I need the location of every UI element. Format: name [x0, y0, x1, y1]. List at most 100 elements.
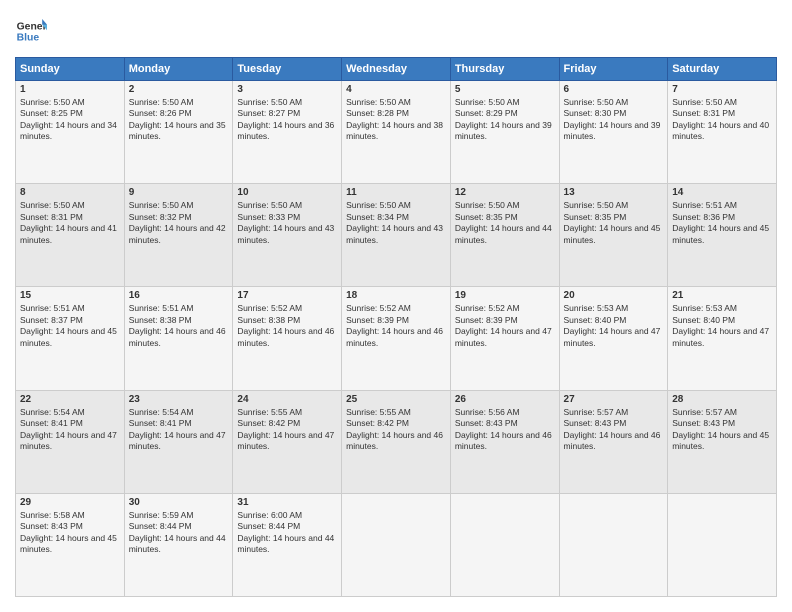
calendar-cell: 30Sunrise: 5:59 AMSunset: 8:44 PMDayligh… [124, 493, 233, 596]
cell-content: Sunrise: 5:55 AMSunset: 8:42 PMDaylight:… [237, 407, 334, 451]
day-number: 27 [564, 394, 664, 405]
cell-content: Sunrise: 5:52 AMSunset: 8:39 PMDaylight:… [346, 303, 443, 347]
calendar-cell: 4 Sunrise: 5:50 AMSunset: 8:28 PMDaylight… [342, 81, 451, 184]
calendar-cell: 15 Sunrise: 5:51 AMSunset: 8:37 PMDayligh… [16, 287, 125, 390]
calendar-cell: 12Sunrise: 5:50 AMSunset: 8:35 PMDayligh… [450, 184, 559, 287]
day-number: 18 [346, 290, 446, 301]
cell-content: Sunrise: 5:51 AMSunset: 8:36 PMDaylight:… [672, 200, 769, 244]
calendar-cell: 7 Sunrise: 5:50 AMSunset: 8:31 PMDaylight… [668, 81, 777, 184]
day-number: 2 [129, 84, 229, 95]
cell-content: Sunrise: 5:50 AMSunset: 8:30 PMDaylight:… [564, 97, 661, 141]
header: General Blue [15, 15, 777, 47]
svg-text:Blue: Blue [17, 33, 40, 44]
cell-content: Sunrise: 5:50 AMSunset: 8:25 PMDaylight:… [20, 97, 117, 141]
calendar-cell: 29 Sunrise: 5:58 AMSunset: 8:43 PMDayligh… [16, 493, 125, 596]
day-header-friday: Friday [559, 58, 668, 81]
day-number: 7 [672, 84, 772, 95]
day-number: 1 [20, 84, 120, 95]
cell-content: Sunrise: 5:50 AMSunset: 8:34 PMDaylight:… [346, 200, 443, 244]
day-header-wednesday: Wednesday [342, 58, 451, 81]
day-number: 14 [672, 187, 772, 198]
day-number: 19 [455, 290, 555, 301]
cell-content: Sunrise: 5:51 AMSunset: 8:37 PMDaylight:… [20, 303, 117, 347]
day-number: 5 [455, 84, 555, 95]
cell-content: Sunrise: 5:54 AMSunset: 8:41 PMDaylight:… [20, 407, 117, 451]
cell-content: Sunrise: 5:55 AMSunset: 8:42 PMDaylight:… [346, 407, 443, 451]
day-number: 20 [564, 290, 664, 301]
cell-content: Sunrise: 5:50 AMSunset: 8:31 PMDaylight:… [20, 200, 117, 244]
calendar-cell: 2 Sunrise: 5:50 AMSunset: 8:26 PMDaylight… [124, 81, 233, 184]
day-number: 22 [20, 394, 120, 405]
calendar-cell: 19 Sunrise: 5:52 AMSunset: 8:39 PMDayligh… [450, 287, 559, 390]
cell-content: Sunrise: 5:57 AMSunset: 8:43 PMDaylight:… [672, 407, 769, 451]
calendar-week-row: 8Sunrise: 5:50 AMSunset: 8:31 PMDaylight… [16, 184, 777, 287]
cell-content: Sunrise: 5:50 AMSunset: 8:28 PMDaylight:… [346, 97, 443, 141]
cell-content: Sunrise: 5:58 AMSunset: 8:43 PMDaylight:… [20, 510, 117, 554]
calendar-cell: 10 Sunrise: 5:50 AMSunset: 8:33 PMDayligh… [233, 184, 342, 287]
calendar-cell [559, 493, 668, 596]
calendar-cell: 22 Sunrise: 5:54 AMSunset: 8:41 PMDayligh… [16, 390, 125, 493]
calendar-cell: 27 Sunrise: 5:57 AMSunset: 8:43 PMDayligh… [559, 390, 668, 493]
day-number: 10 [237, 187, 337, 198]
day-number: 26 [455, 394, 555, 405]
calendar-cell: 31Sunrise: 6:00 AMSunset: 8:44 PMDayligh… [233, 493, 342, 596]
cell-content: Sunrise: 5:50 AMSunset: 8:33 PMDaylight:… [237, 200, 334, 244]
calendar-cell: 13Sunrise: 5:50 AMSunset: 8:35 PMDayligh… [559, 184, 668, 287]
calendar-week-row: 1 Sunrise: 5:50 AMSunset: 8:25 PMDaylight… [16, 81, 777, 184]
day-header-thursday: Thursday [450, 58, 559, 81]
day-number: 6 [564, 84, 664, 95]
cell-content: Sunrise: 5:50 AMSunset: 8:26 PMDaylight:… [129, 97, 226, 141]
calendar-cell: 20Sunrise: 5:53 AMSunset: 8:40 PMDayligh… [559, 287, 668, 390]
day-number: 24 [237, 394, 337, 405]
day-number: 30 [129, 497, 229, 508]
day-number: 9 [129, 187, 229, 198]
day-number: 17 [237, 290, 337, 301]
calendar-cell: 11Sunrise: 5:50 AMSunset: 8:34 PMDayligh… [342, 184, 451, 287]
day-number: 12 [455, 187, 555, 198]
day-number: 3 [237, 84, 337, 95]
calendar-page: General Blue SundayMondayTuesdayWednesda… [0, 0, 792, 612]
day-number: 16 [129, 290, 229, 301]
calendar-cell: 23 Sunrise: 5:54 AMSunset: 8:41 PMDayligh… [124, 390, 233, 493]
day-number: 13 [564, 187, 664, 198]
calendar-week-row: 29 Sunrise: 5:58 AMSunset: 8:43 PMDayligh… [16, 493, 777, 596]
calendar-cell [450, 493, 559, 596]
calendar-cell [668, 493, 777, 596]
cell-content: Sunrise: 5:56 AMSunset: 8:43 PMDaylight:… [455, 407, 552, 451]
calendar-cell: 17 Sunrise: 5:52 AMSunset: 8:38 PMDayligh… [233, 287, 342, 390]
cell-content: Sunrise: 5:52 AMSunset: 8:38 PMDaylight:… [237, 303, 334, 347]
cell-content: Sunrise: 5:50 AMSunset: 8:32 PMDaylight:… [129, 200, 226, 244]
day-number: 21 [672, 290, 772, 301]
calendar-header-row: SundayMondayTuesdayWednesdayThursdayFrid… [16, 58, 777, 81]
day-header-tuesday: Tuesday [233, 58, 342, 81]
calendar-cell: 3 Sunrise: 5:50 AMSunset: 8:27 PMDaylight… [233, 81, 342, 184]
day-number: 29 [20, 497, 120, 508]
cell-content: Sunrise: 5:54 AMSunset: 8:41 PMDaylight:… [129, 407, 226, 451]
cell-content: Sunrise: 5:50 AMSunset: 8:29 PMDaylight:… [455, 97, 552, 141]
day-number: 15 [20, 290, 120, 301]
day-number: 31 [237, 497, 337, 508]
cell-content: Sunrise: 5:51 AMSunset: 8:38 PMDaylight:… [129, 303, 226, 347]
cell-content: Sunrise: 5:52 AMSunset: 8:39 PMDaylight:… [455, 303, 552, 347]
calendar-cell: 8Sunrise: 5:50 AMSunset: 8:31 PMDaylight… [16, 184, 125, 287]
calendar-cell: 28 Sunrise: 5:57 AMSunset: 8:43 PMDayligh… [668, 390, 777, 493]
day-header-saturday: Saturday [668, 58, 777, 81]
calendar-cell: 14 Sunrise: 5:51 AMSunset: 8:36 PMDayligh… [668, 184, 777, 287]
calendar-body: 1 Sunrise: 5:50 AMSunset: 8:25 PMDaylight… [16, 81, 777, 597]
cell-content: Sunrise: 5:57 AMSunset: 8:43 PMDaylight:… [564, 407, 661, 451]
calendar-week-row: 15 Sunrise: 5:51 AMSunset: 8:37 PMDayligh… [16, 287, 777, 390]
day-number: 4 [346, 84, 446, 95]
logo: General Blue [15, 15, 47, 47]
calendar-cell: 5 Sunrise: 5:50 AMSunset: 8:29 PMDaylight… [450, 81, 559, 184]
cell-content: Sunrise: 5:50 AMSunset: 8:31 PMDaylight:… [672, 97, 769, 141]
calendar-cell: 16 Sunrise: 5:51 AMSunset: 8:38 PMDayligh… [124, 287, 233, 390]
calendar-cell: 25Sunrise: 5:55 AMSunset: 8:42 PMDayligh… [342, 390, 451, 493]
calendar-week-row: 22 Sunrise: 5:54 AMSunset: 8:41 PMDayligh… [16, 390, 777, 493]
day-number: 23 [129, 394, 229, 405]
calendar-cell: 24 Sunrise: 5:55 AMSunset: 8:42 PMDayligh… [233, 390, 342, 493]
cell-content: Sunrise: 5:50 AMSunset: 8:27 PMDaylight:… [237, 97, 334, 141]
day-number: 28 [672, 394, 772, 405]
day-header-sunday: Sunday [16, 58, 125, 81]
calendar-cell: 26 Sunrise: 5:56 AMSunset: 8:43 PMDayligh… [450, 390, 559, 493]
calendar-cell: 21Sunrise: 5:53 AMSunset: 8:40 PMDayligh… [668, 287, 777, 390]
